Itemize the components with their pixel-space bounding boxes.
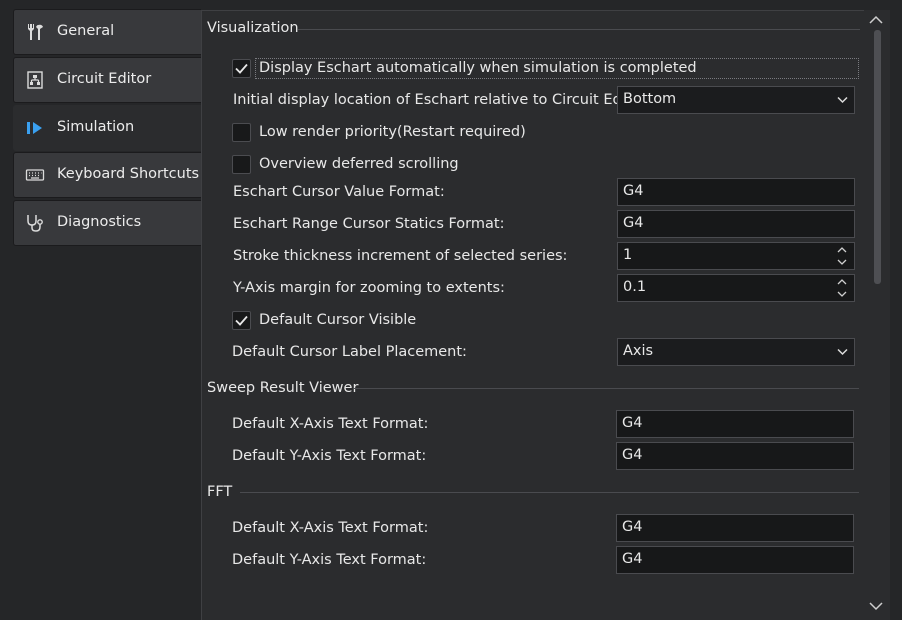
section-title-sweep: Sweep Result Viewer xyxy=(207,380,359,396)
chevron-down-icon xyxy=(837,96,848,104)
nav-item-simulation[interactable]: Simulation xyxy=(13,105,201,151)
stroke-increment-label: Stroke thickness increment of selected s… xyxy=(233,248,568,264)
sweep-y-format-value: G4 xyxy=(622,447,643,463)
nav-item-diagnostics[interactable]: Diagnostics xyxy=(13,200,201,246)
cursor-value-format-value: G4 xyxy=(623,183,644,199)
spin-down-icon[interactable] xyxy=(835,288,849,300)
low-render-checkbox[interactable] xyxy=(232,123,251,142)
checkmark-icon xyxy=(235,315,248,326)
play-step-icon xyxy=(27,122,42,134)
fft-x-format-input[interactable]: G4 xyxy=(616,514,854,542)
section-divider xyxy=(240,492,859,493)
overview-scroll-checkbox[interactable] xyxy=(232,155,251,174)
sweep-y-format-input[interactable]: G4 xyxy=(616,442,854,470)
scroll-up-icon[interactable] xyxy=(864,12,888,28)
fft-y-format-label: Default Y-Axis Text Format: xyxy=(232,552,427,568)
cursor-label-placement-label: Default Cursor Label Placement: xyxy=(232,344,467,360)
section-title-fft: FFT xyxy=(207,484,233,500)
range-cursor-format-input[interactable]: G4 xyxy=(617,210,855,238)
fft-x-format-value: G4 xyxy=(622,519,643,535)
sweep-x-format-value: G4 xyxy=(622,415,643,431)
nav-item-general[interactable]: General xyxy=(13,9,201,55)
nav-item-keyboard-shortcuts[interactable]: Keyboard Shortcuts xyxy=(13,152,201,198)
chevron-down-icon xyxy=(837,348,848,356)
initial-location-value: Bottom xyxy=(623,91,677,107)
scroll-down-icon[interactable] xyxy=(864,598,888,614)
fft-x-format-label: Default X-Axis Text Format: xyxy=(232,520,429,536)
range-cursor-format-value: G4 xyxy=(623,215,644,231)
stroke-increment-stepper[interactable]: 1 xyxy=(617,242,855,270)
spin-buttons xyxy=(835,244,849,268)
checkmark-icon xyxy=(235,63,248,74)
cursor-value-format-input[interactable]: G4 xyxy=(617,178,855,206)
settings-nav: General Circuit Editor Simulation Keyboa… xyxy=(0,0,201,620)
circuit-icon xyxy=(27,71,43,89)
initial-location-label: Initial display location of Eschart rela… xyxy=(233,92,651,108)
nav-label-circuit-editor: Circuit Editor xyxy=(57,71,152,87)
y-axis-margin-stepper[interactable]: 0.1 xyxy=(617,274,855,302)
low-render-label[interactable]: Low render priority(Restart required) xyxy=(259,124,526,140)
keyboard-icon xyxy=(25,169,45,181)
spin-up-icon[interactable] xyxy=(835,276,849,288)
spin-up-icon[interactable] xyxy=(835,244,849,256)
overview-scroll-label[interactable]: Overview deferred scrolling xyxy=(259,156,459,172)
cursor-visible-label[interactable]: Default Cursor Visible xyxy=(259,312,416,328)
section-divider xyxy=(298,29,860,30)
section-title-visualization: Visualization xyxy=(207,20,299,36)
fft-y-format-value: G4 xyxy=(622,551,643,567)
cursor-label-placement-value: Axis xyxy=(623,343,654,359)
nav-label-simulation: Simulation xyxy=(57,119,135,135)
tools-icon xyxy=(28,24,43,40)
stroke-increment-value: 1 xyxy=(623,247,633,263)
scrollbar-thumb[interactable] xyxy=(874,30,881,284)
sweep-x-format-input[interactable]: G4 xyxy=(616,410,854,438)
stethoscope-icon xyxy=(27,215,43,232)
y-axis-margin-value: 0.1 xyxy=(623,279,647,295)
display-eschart-checkbox[interactable] xyxy=(232,59,251,78)
fft-y-format-input[interactable]: G4 xyxy=(616,546,854,574)
cursor-label-placement-select[interactable]: Axis xyxy=(617,338,855,366)
sweep-y-format-label: Default Y-Axis Text Format: xyxy=(232,448,427,464)
nav-label-diagnostics: Diagnostics xyxy=(57,214,142,230)
nav-label-general: General xyxy=(57,23,115,39)
spin-buttons xyxy=(835,276,849,300)
cursor-visible-checkbox[interactable] xyxy=(232,311,251,330)
initial-location-select[interactable]: Bottom xyxy=(617,86,855,114)
range-cursor-format-label: Eschart Range Cursor Statics Format: xyxy=(233,216,505,232)
y-axis-margin-label: Y-Axis margin for zooming to extents: xyxy=(233,280,505,296)
cursor-value-format-label: Eschart Cursor Value Format: xyxy=(233,184,445,200)
sweep-x-format-label: Default X-Axis Text Format: xyxy=(232,416,429,432)
nav-label-keyboard-shortcuts: Keyboard Shortcuts xyxy=(57,166,200,182)
display-eschart-label[interactable]: Display Eschart automatically when simul… xyxy=(259,60,697,76)
spin-down-icon[interactable] xyxy=(835,256,849,268)
section-divider xyxy=(353,388,859,389)
nav-item-circuit-editor[interactable]: Circuit Editor xyxy=(13,57,201,103)
